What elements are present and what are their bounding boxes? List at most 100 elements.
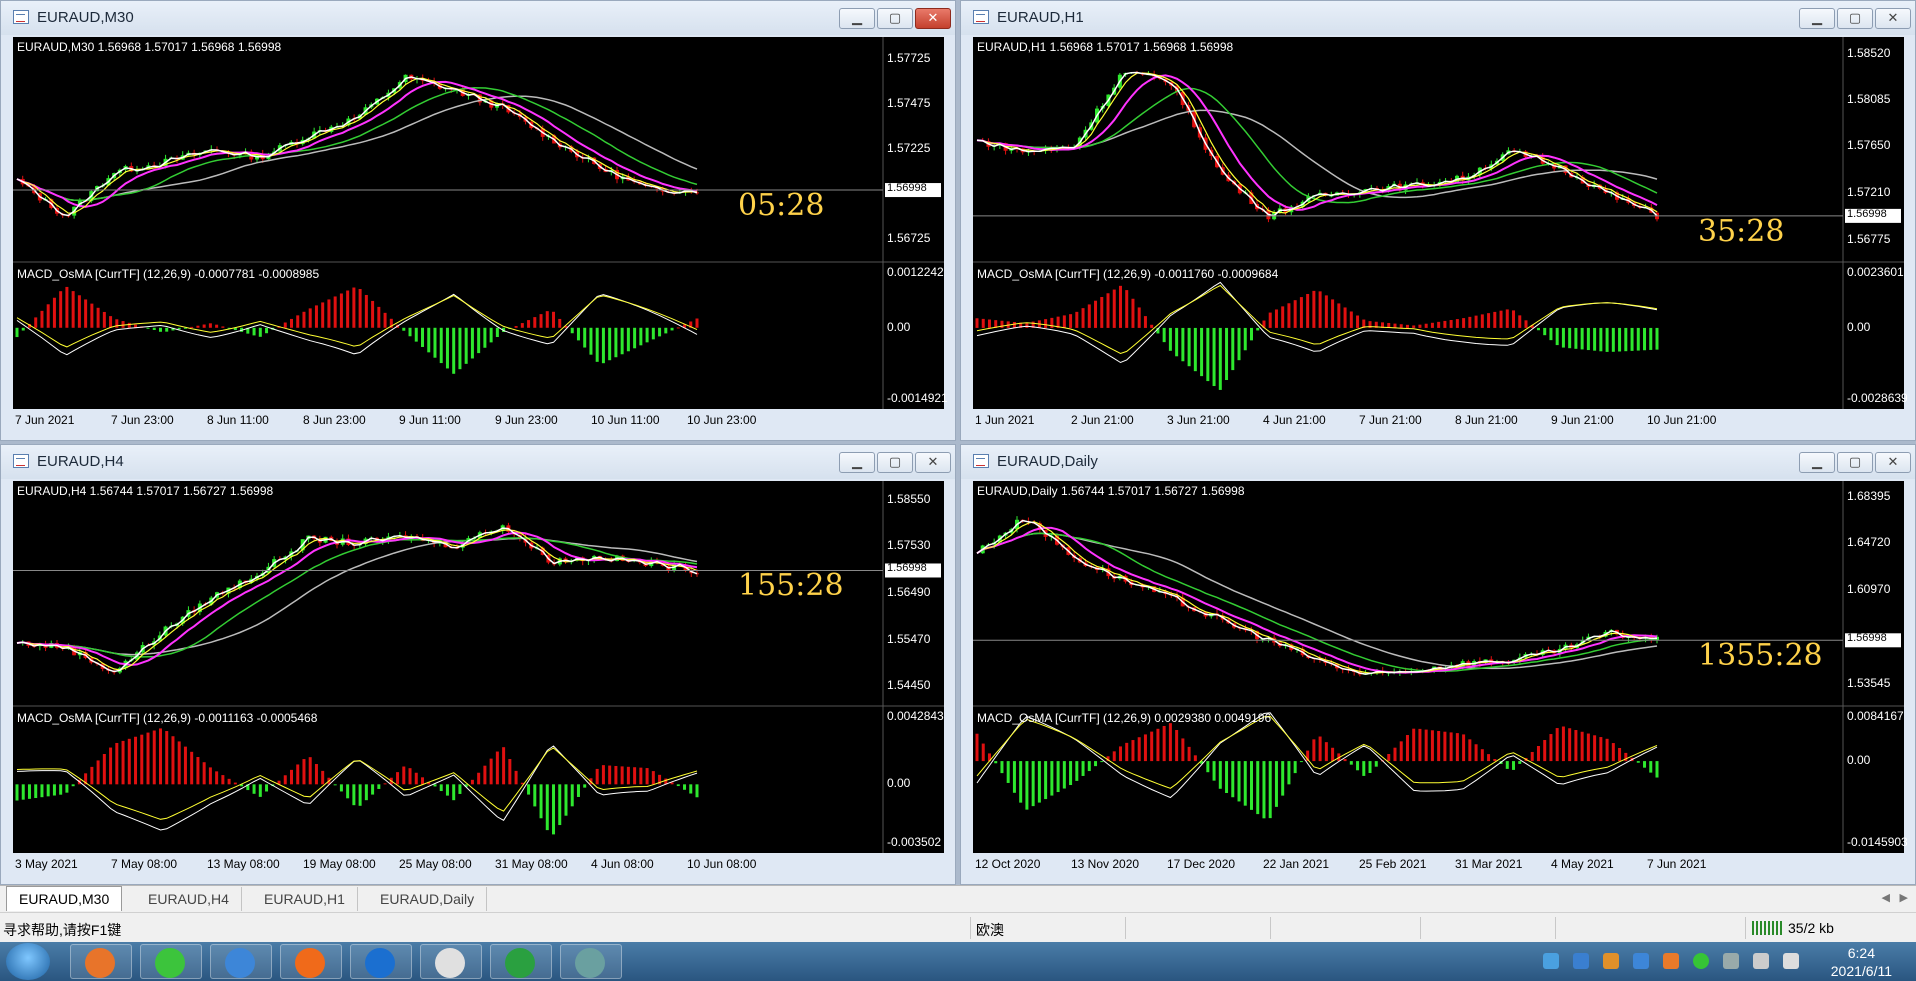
window-titlebar[interactable]: EURAUD,H4 ▁ ▢ ✕ bbox=[1, 445, 955, 479]
macd-histogram-bar bbox=[1075, 311, 1079, 328]
tab-scroll-left-icon[interactable]: ◀ bbox=[1882, 891, 1890, 904]
macd-histogram-bar bbox=[1524, 320, 1528, 328]
price-axis-tick: 1.58550 bbox=[887, 492, 931, 507]
chart-window[interactable]: EURAUD,Daily ▁ ▢ ✕ EURAUD,Daily 1.56744 1.57… bbox=[960, 444, 1916, 885]
taskbar-app-button[interactable] bbox=[490, 944, 552, 979]
macd-axis-tick: -0.0028639 bbox=[1847, 391, 1908, 405]
macd-histogram-bar bbox=[146, 732, 150, 785]
tray-bluetooth-icon[interactable] bbox=[1543, 953, 1559, 969]
macd-histogram-bar bbox=[1437, 730, 1441, 762]
tab-scroll-right-icon[interactable]: ▶ bbox=[1900, 891, 1908, 904]
window-titlebar[interactable]: EURAUD,M30 ▁ ▢ ✕ bbox=[1, 1, 955, 35]
macd-histogram-bar bbox=[1150, 731, 1154, 762]
maximize-button[interactable]: ▢ bbox=[877, 8, 913, 29]
time-axis-label: 10 Jun 11:00 bbox=[591, 413, 660, 427]
macd-histogram-bar bbox=[1125, 290, 1129, 328]
macd-histogram-bar bbox=[421, 327, 425, 347]
macd-main-line bbox=[16, 295, 698, 348]
macd-histogram-bar bbox=[539, 784, 543, 819]
maximize-button[interactable]: ▢ bbox=[1837, 452, 1873, 473]
start-orb-icon[interactable] bbox=[6, 943, 50, 980]
chart-plot-area[interactable]: EURAUD,Daily 1.56744 1.57017 1.56727 1.5… bbox=[973, 481, 1908, 853]
macd-histogram-bar bbox=[1605, 327, 1609, 352]
macd-histogram-bar bbox=[1150, 324, 1154, 328]
macd-histogram-bar bbox=[1156, 728, 1160, 762]
close-button[interactable]: ✕ bbox=[1875, 8, 1911, 29]
taskbar-app-button[interactable] bbox=[210, 944, 272, 979]
macd-main-line bbox=[976, 284, 1658, 355]
macd-histogram-bar bbox=[84, 299, 88, 328]
maximize-button[interactable]: ▢ bbox=[1837, 8, 1873, 29]
connection-bars-icon bbox=[1752, 921, 1782, 935]
price-axis-tick: 1.57210 bbox=[1847, 185, 1891, 200]
window-titlebar[interactable]: EURAUD,Daily ▁ ▢ ✕ bbox=[961, 445, 1915, 479]
macd-histogram-bar bbox=[1143, 316, 1147, 328]
tray-signal-icon[interactable] bbox=[1783, 953, 1799, 969]
time-axis-label: 22 Jan 2021 bbox=[1263, 857, 1330, 871]
chart-window[interactable]: EURAUD,H4 ▁ ▢ ✕ EURAUD,H4 1.56744 1.57017 1.… bbox=[0, 444, 956, 885]
time-axis-label: 8 Jun 11:00 bbox=[207, 413, 269, 427]
tray-shield-icon[interactable] bbox=[1573, 953, 1589, 969]
macd-histogram-bar bbox=[1069, 314, 1073, 328]
price-axis-tick: 1.57475 bbox=[887, 95, 931, 110]
chart-plot-area[interactable]: EURAUD,H1 1.56968 1.57017 1.56968 1.5699… bbox=[973, 37, 1908, 409]
moving-average-line bbox=[16, 537, 698, 658]
time-axis-label: 9 Jun 21:00 bbox=[1551, 413, 1614, 427]
macd-histogram-bar bbox=[1274, 761, 1278, 807]
taskbar-app-button[interactable] bbox=[350, 944, 412, 979]
macd-histogram-bar bbox=[1512, 761, 1516, 770]
macd-histogram-bar bbox=[383, 783, 387, 785]
macd-histogram-bar bbox=[152, 730, 156, 785]
macd-histogram-bar bbox=[1212, 761, 1216, 781]
tray-wechat-icon[interactable] bbox=[1693, 953, 1709, 969]
macd-histogram-bar bbox=[1331, 747, 1335, 762]
minimize-button[interactable]: ▁ bbox=[839, 8, 875, 29]
macd-histogram-bar bbox=[1012, 761, 1016, 793]
chart-window[interactable]: EURAUD,M30 ▁ ▢ ✕ EURAUD,M30 1.56968 1.57017 … bbox=[0, 0, 956, 441]
macd-histogram-bar bbox=[408, 327, 412, 337]
window-titlebar[interactable]: EURAUD,H1 ▁ ▢ ✕ bbox=[961, 1, 1915, 35]
close-button[interactable]: ✕ bbox=[1875, 452, 1911, 473]
tab-euraud-daily[interactable]: EURAUD,Daily bbox=[368, 887, 488, 911]
taskbar-app-button[interactable] bbox=[420, 944, 482, 979]
candle-countdown: 35:28 bbox=[1698, 213, 1785, 249]
time-axis-label: 4 Jun 21:00 bbox=[1263, 413, 1326, 427]
taskbar-app-button[interactable] bbox=[140, 944, 202, 979]
macd-histogram-bar bbox=[452, 327, 456, 374]
close-button[interactable]: ✕ bbox=[915, 452, 951, 473]
macd-histogram-bar bbox=[1268, 761, 1272, 819]
taskbar-app-button[interactable] bbox=[560, 944, 622, 979]
maximize-button[interactable]: ▢ bbox=[877, 452, 913, 473]
chart-plot-area[interactable]: EURAUD,M30 1.56968 1.57017 1.56968 1.569… bbox=[13, 37, 948, 409]
tray-network-icon[interactable] bbox=[1723, 953, 1739, 969]
macd-histogram-bar bbox=[1137, 737, 1141, 762]
tray-pen-icon[interactable] bbox=[1633, 953, 1649, 969]
tab-euraud-h4[interactable]: EURAUD,H4 bbox=[136, 887, 242, 911]
tab-euraud-h1[interactable]: EURAUD,H1 bbox=[252, 887, 358, 911]
taskbar-clock[interactable]: 6:24 2021/6/11 bbox=[1831, 944, 1892, 980]
chart-plot-area[interactable]: EURAUD,H4 1.56744 1.57017 1.56727 1.5699… bbox=[13, 481, 944, 853]
minimize-button[interactable]: ▁ bbox=[1799, 452, 1835, 473]
tray-app-icon[interactable] bbox=[1603, 953, 1619, 969]
macd-histogram-bar bbox=[1449, 732, 1453, 762]
time-axis-label: 8 Jun 23:00 bbox=[303, 413, 366, 427]
macd-histogram-bar bbox=[639, 767, 643, 785]
macd-histogram-bar bbox=[1193, 327, 1197, 372]
time-axis-label: 10 Jun 23:00 bbox=[687, 413, 757, 427]
taskbar-app-button[interactable] bbox=[280, 944, 342, 979]
minimize-button[interactable]: ▁ bbox=[839, 452, 875, 473]
moving-average-line bbox=[16, 531, 698, 667]
macd-histogram-bar bbox=[1137, 307, 1141, 328]
macd-histogram-bar bbox=[1249, 327, 1253, 341]
tray-volume-icon[interactable] bbox=[1753, 953, 1769, 969]
macd-histogram-bar bbox=[321, 770, 325, 785]
tab-euraud-m30[interactable]: EURAUD,M30 bbox=[6, 886, 123, 911]
chart-window[interactable]: EURAUD,H1 ▁ ▢ ✕ EURAUD,H1 1.56968 1.57017 1.… bbox=[960, 0, 1916, 441]
macd-histogram-bar bbox=[570, 784, 574, 807]
minimize-button[interactable]: ▁ bbox=[1799, 8, 1835, 29]
macd-histogram-bar bbox=[1262, 761, 1266, 819]
macd-histogram-bar bbox=[1081, 761, 1085, 776]
close-button[interactable]: ✕ bbox=[915, 8, 951, 29]
taskbar-app-button[interactable] bbox=[70, 944, 132, 979]
tray-weibo-icon[interactable] bbox=[1663, 953, 1679, 969]
